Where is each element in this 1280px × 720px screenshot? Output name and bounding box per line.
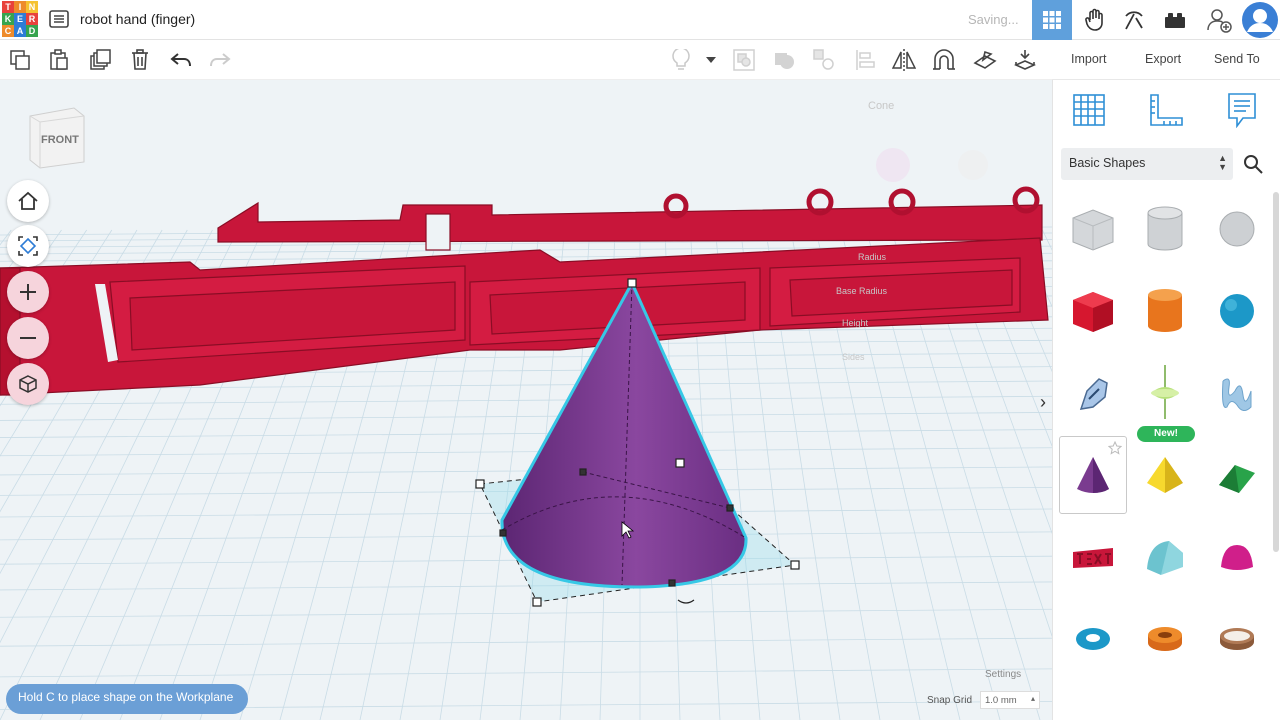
- add-user-icon[interactable]: [1199, 0, 1239, 40]
- dropdown-caret-icon[interactable]: [699, 48, 723, 72]
- document-list-icon[interactable]: [49, 10, 69, 28]
- inspector-title: Cone: [868, 100, 895, 112]
- undo-icon[interactable]: [169, 48, 193, 72]
- logo-letter: N: [26, 1, 38, 13]
- select-caret-icon: ▲ ▼: [1218, 153, 1227, 172]
- logo-letter: T: [2, 1, 14, 13]
- home-view-button[interactable]: [7, 180, 49, 222]
- solid-icon[interactable]: [772, 48, 796, 72]
- minus-icon: [20, 337, 36, 339]
- duplicate-icon[interactable]: [88, 48, 112, 72]
- workplane-icon[interactable]: [973, 48, 997, 72]
- shape-sphere[interactable]: [1203, 272, 1271, 350]
- zoom-in-button[interactable]: [7, 271, 49, 313]
- fit-selection-icon: [18, 236, 38, 256]
- inspector-height: Height: [842, 318, 869, 328]
- workplane-grid-icon[interactable]: [1069, 90, 1109, 130]
- inspector-base-radius: Base Radius: [836, 286, 888, 296]
- cruise-icon[interactable]: [932, 48, 956, 72]
- align-icon[interactable]: [853, 48, 877, 72]
- zoom-out-button[interactable]: [7, 317, 49, 359]
- redo-icon[interactable]: [208, 48, 232, 72]
- shape-paraboloid[interactable]: [1203, 518, 1271, 596]
- export-button[interactable]: Export: [1145, 52, 1181, 66]
- ungroup-icon[interactable]: [812, 48, 836, 72]
- shape-cylinder-hole[interactable]: [1131, 190, 1199, 268]
- mirror-icon[interactable]: [892, 48, 916, 72]
- import-button[interactable]: Import: [1071, 52, 1106, 66]
- robot-finger-links: [0, 186, 1049, 396]
- shape-tube[interactable]: [1131, 600, 1199, 678]
- snap-grid-value: 1.0 mm: [985, 695, 1017, 706]
- shape-pyramid[interactable]: [1131, 436, 1199, 514]
- settings-link[interactable]: Settings: [985, 669, 1021, 680]
- logo-letter: A: [14, 25, 26, 37]
- shape-box[interactable]: [1059, 272, 1127, 350]
- snap-grid-select[interactable]: 1.0 mm ▴: [980, 691, 1040, 709]
- send-to-button[interactable]: Send To: [1214, 52, 1260, 66]
- logo-letter: E: [14, 13, 26, 25]
- light-bulb-icon[interactable]: [669, 48, 693, 72]
- edit-toolbar: [0, 40, 1052, 80]
- tinker-hand-icon[interactable]: [1075, 0, 1115, 40]
- inspector-radius: Radius: [858, 252, 887, 262]
- shape-category-select[interactable]: Basic Shapes ▲ ▼: [1061, 148, 1233, 180]
- drop-icon[interactable]: [1013, 48, 1037, 72]
- snap-grid-label: Snap Grid: [927, 695, 973, 706]
- hint-toast: Hold C to place shape on the Workplane: [6, 684, 248, 714]
- logo-letter: K: [2, 13, 14, 25]
- shape-roof[interactable]: [1203, 436, 1271, 514]
- shape-half-cylinder[interactable]: [1131, 518, 1199, 596]
- inspector-sides: Sides: [842, 352, 865, 362]
- home-icon: [18, 191, 38, 210]
- chevron-right-icon[interactable]: ›: [1040, 392, 1046, 413]
- shape-cone[interactable]: [1059, 436, 1127, 514]
- tinkercad-logo[interactable]: TINKERCAD: [2, 1, 38, 37]
- color-swatches: [876, 148, 988, 182]
- shape-sphere-hole[interactable]: [1203, 190, 1271, 268]
- notes-icon[interactable]: [1222, 90, 1262, 130]
- grid-view-icon[interactable]: [1032, 0, 1072, 40]
- paste-icon[interactable]: [47, 48, 71, 72]
- shapes-scrollbar[interactable]: [1273, 192, 1279, 552]
- bricks-icon[interactable]: [1155, 0, 1195, 40]
- shape-box-hole[interactable]: [1059, 190, 1127, 268]
- plus-icon: [20, 284, 36, 300]
- star-icon: [1108, 441, 1122, 455]
- search-icon[interactable]: [1239, 150, 1267, 178]
- view-cube[interactable]: FRONT: [24, 104, 90, 174]
- shape-cylinder[interactable]: [1131, 272, 1199, 350]
- logo-letter: R: [26, 13, 38, 25]
- group-icon[interactable]: [732, 48, 756, 72]
- workplane-viewport[interactable]: Cone Radius Base Radius Height Sides FRO…: [0, 80, 1052, 720]
- fit-view-button[interactable]: [7, 225, 49, 267]
- logo-letter: I: [14, 1, 26, 13]
- rotate-handle: [677, 599, 695, 604]
- delete-icon[interactable]: [128, 48, 152, 72]
- shape-ring[interactable]: [1203, 600, 1271, 678]
- perspective-cube-icon: [19, 375, 37, 393]
- logo-letter: D: [26, 25, 38, 37]
- shape-text[interactable]: [1059, 518, 1127, 596]
- view-cube-label: FRONT: [41, 134, 79, 146]
- shape-category-value: Basic Shapes: [1069, 156, 1146, 170]
- shape-scribble[interactable]: [1059, 354, 1127, 432]
- shapes-panel: Basic Shapes ▲ ▼ New!: [1052, 80, 1280, 720]
- avatar[interactable]: [1240, 0, 1280, 40]
- shape-spinning-top[interactable]: [1131, 354, 1199, 432]
- pickaxe-icon[interactable]: [1114, 0, 1154, 40]
- import-export-bar: Import Export Send To: [1052, 40, 1280, 80]
- design-title[interactable]: robot hand (finger): [80, 11, 195, 27]
- save-status: Saving...: [968, 12, 1019, 27]
- new-badge: New!: [1137, 426, 1195, 442]
- caret-up-icon: ▴: [1030, 694, 1035, 703]
- copy-icon[interactable]: [8, 48, 32, 72]
- ortho-view-button[interactable]: [7, 363, 49, 405]
- shape-torus[interactable]: [1059, 600, 1127, 678]
- logo-letter: C: [2, 25, 14, 37]
- ruler-icon[interactable]: [1146, 90, 1186, 130]
- top-bar: TINKERCAD robot hand (finger) Saving...: [0, 0, 1280, 40]
- shape-generator[interactable]: [1203, 354, 1271, 432]
